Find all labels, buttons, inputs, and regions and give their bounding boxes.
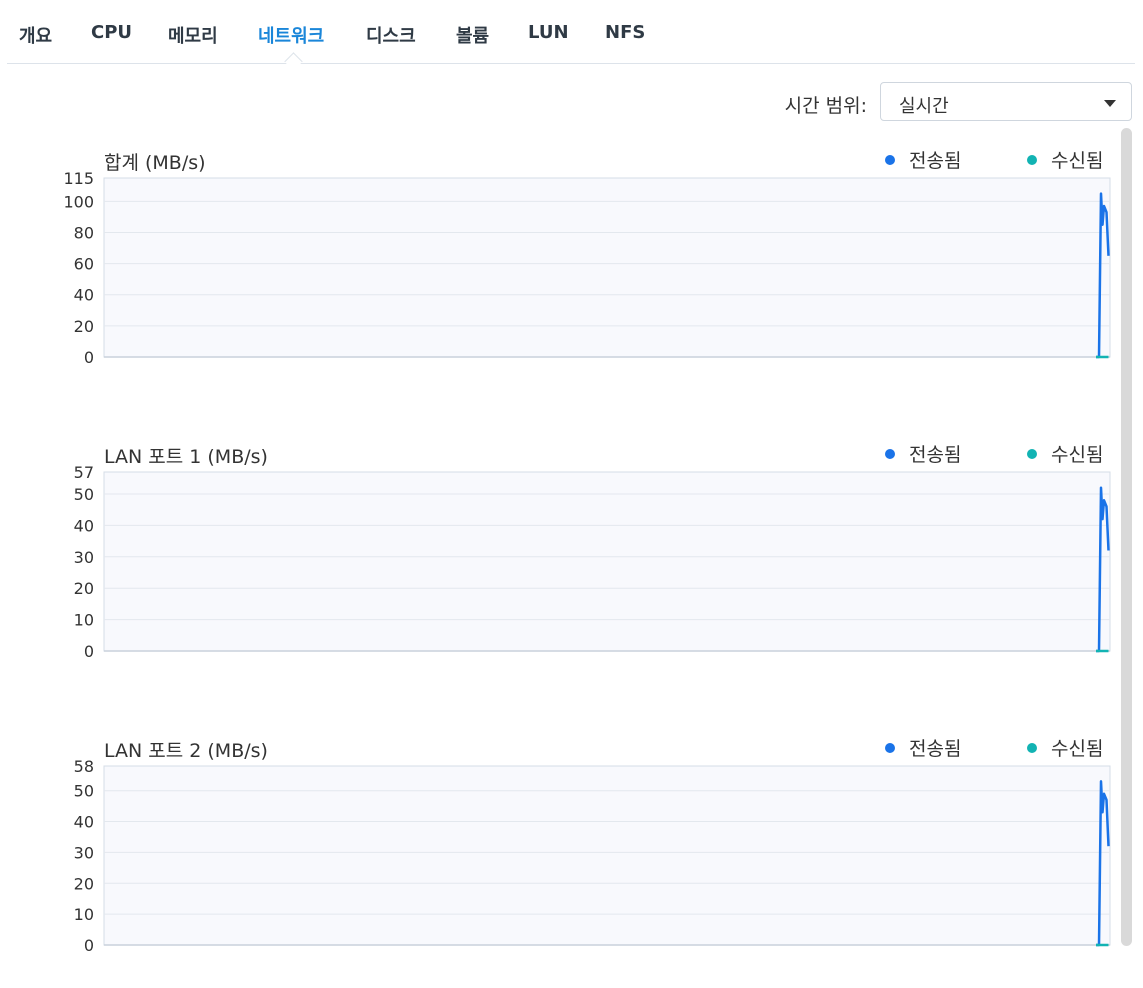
- chart-total: 합계 (MB/s) 전송됨 수신됨 0 20 40 60 80 100 115: [0, 148, 1118, 388]
- y-tick-label: 10: [74, 905, 94, 924]
- plot-area: [103, 765, 1111, 946]
- tab-network[interactable]: 네트워크: [258, 22, 324, 48]
- chart-plot: 0 10 20 30 40 50 57: [74, 463, 1111, 661]
- tab-lun[interactable]: LUN: [528, 22, 569, 43]
- y-tick-label: 30: [74, 843, 94, 862]
- y-tick-label: 20: [74, 317, 94, 336]
- y-tick-label: 0: [84, 348, 94, 367]
- tab-volume[interactable]: 볼륨: [456, 22, 489, 48]
- active-tab-pointer: [284, 52, 303, 71]
- y-tick-label: 40: [74, 813, 94, 832]
- scrollbar[interactable]: [1120, 128, 1133, 946]
- y-tick-label: 80: [74, 223, 94, 242]
- y-tick-label: 20: [74, 874, 94, 893]
- y-tick-label: 10: [74, 611, 94, 630]
- y-tick-label: 50: [74, 782, 94, 801]
- tab-disk[interactable]: 디스크: [366, 22, 416, 48]
- y-tick-label: 60: [74, 255, 94, 274]
- y-tick-label: 40: [74, 516, 94, 535]
- tab-memory[interactable]: 메모리: [168, 22, 218, 48]
- y-tick-label: 58: [74, 757, 94, 776]
- time-range-value: 실시간: [899, 96, 949, 117]
- plot-area: [103, 471, 1111, 652]
- y-tick-label: 30: [74, 548, 94, 567]
- y-tick-label: 115: [63, 169, 94, 188]
- y-tick-label: 57: [74, 463, 94, 482]
- tab-cpu[interactable]: CPU: [91, 22, 132, 43]
- tab-bar: 개요 CPU 메모리 네트워크 디스크 볼륨 LUN NFS: [7, 0, 1135, 71]
- time-range-label: 시간 범위:: [784, 95, 867, 117]
- y-tick-label: 40: [74, 286, 94, 305]
- chart-lan-port-2: LAN 포트 2 (MB/s) 전송됨 수신됨 0 10 20 30 40 50 58: [0, 736, 1118, 976]
- tab-nfs[interactable]: NFS: [605, 22, 645, 43]
- y-tick-label: 0: [84, 936, 94, 955]
- chart-plot: 0 20 40 60 80 100 115: [63, 169, 1111, 367]
- y-tick-label: 100: [63, 192, 94, 211]
- time-range-select[interactable]: 실시간: [880, 82, 1132, 121]
- plot-area: [103, 177, 1111, 358]
- y-tick-label: 0: [84, 642, 94, 661]
- tab-overview[interactable]: 개요: [19, 22, 52, 48]
- chart-lan-port-1: LAN 포트 1 (MB/s) 전송됨 수신됨 0 10 20 30 40 50 57: [0, 442, 1118, 682]
- chevron-down-icon: [1104, 100, 1116, 107]
- scrollbar-thumb[interactable]: [1121, 128, 1132, 946]
- chart-plot: 0 10 20 30 40 50 58: [74, 757, 1111, 955]
- y-tick-label: 50: [74, 485, 94, 504]
- y-tick-label: 20: [74, 579, 94, 598]
